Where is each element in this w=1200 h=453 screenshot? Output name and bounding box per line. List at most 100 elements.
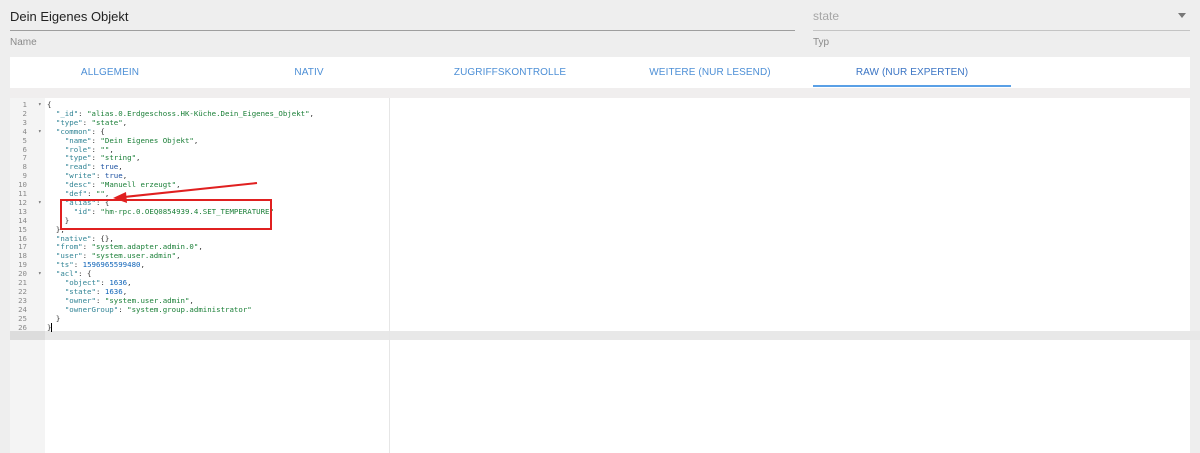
code-token: "id" bbox=[73, 206, 92, 216]
code-text[interactable]: "def": "", bbox=[47, 189, 110, 198]
line-number: 9 bbox=[22, 171, 27, 181]
line-number: 13 bbox=[18, 206, 27, 216]
line-number: 4 bbox=[22, 126, 27, 136]
code-text[interactable]: "ts": 1596965599480, bbox=[47, 260, 145, 269]
code-line[interactable]: 19 "ts": 1596965599480, bbox=[0, 260, 1200, 269]
code-line[interactable]: 8 "read": true, bbox=[0, 162, 1200, 171]
code-token: "system.user.admin" bbox=[91, 251, 177, 261]
code-text[interactable]: "alias": { bbox=[47, 198, 110, 207]
code-token: : {}, bbox=[91, 233, 114, 243]
code-text[interactable]: "write": true, bbox=[47, 171, 127, 180]
code-line[interactable]: 10 "desc": "Manuell erzeugt", bbox=[0, 180, 1200, 189]
code-line[interactable]: 11 "def": "", bbox=[0, 189, 1200, 198]
code-token: "acl" bbox=[55, 269, 79, 279]
code-text[interactable]: "owner": "system.user.admin", bbox=[47, 296, 194, 305]
code-line[interactable]: 7 "type": "string", bbox=[0, 153, 1200, 162]
code-line[interactable]: 17 "from": "system.adapter.admin.0", bbox=[0, 242, 1200, 251]
name-value[interactable]: Dein Eigenes Objekt bbox=[10, 9, 129, 24]
active-line-gutter bbox=[10, 331, 45, 340]
code-line[interactable]: 20 ▾ "acl": { bbox=[0, 269, 1200, 278]
code-token: , bbox=[309, 108, 314, 118]
type-select[interactable]: state bbox=[813, 0, 1190, 31]
code-token: true bbox=[104, 171, 123, 181]
code-text[interactable]: } bbox=[47, 322, 53, 332]
code-token: : { bbox=[91, 126, 105, 136]
fold-toggle-icon[interactable]: ▾ bbox=[38, 100, 42, 109]
code-token: "name" bbox=[64, 135, 92, 145]
code-line[interactable]: 12 ▾ "alias": { bbox=[0, 198, 1200, 207]
code-text[interactable]: } bbox=[47, 314, 60, 323]
code-text[interactable]: "desc": "Manuell erzeugt", bbox=[47, 180, 181, 189]
tab-raw[interactable]: RAW (NUR EXPERTEN) bbox=[812, 57, 1012, 88]
code-line[interactable]: 16 "native": {}, bbox=[0, 234, 1200, 243]
code-token: , bbox=[136, 153, 141, 163]
code-line[interactable]: 9 "write": true, bbox=[0, 171, 1200, 180]
code-line[interactable]: 3 "type": "state", bbox=[0, 118, 1200, 127]
code-line[interactable]: 15 }, bbox=[0, 225, 1200, 234]
code-token: "" bbox=[100, 144, 110, 154]
tab-allgemein[interactable]: ALLGEMEIN bbox=[10, 57, 210, 88]
code-line[interactable]: 25 } bbox=[0, 314, 1200, 323]
code-line[interactable]: 26} bbox=[0, 322, 1200, 332]
code-text[interactable]: { bbox=[47, 100, 51, 109]
code-line[interactable]: 5 "name": "Dein Eigenes Objekt", bbox=[0, 136, 1200, 145]
code-token: "read" bbox=[64, 162, 92, 172]
type-value[interactable]: state bbox=[813, 9, 839, 23]
name-input[interactable]: Dein Eigenes Objekt bbox=[10, 0, 795, 31]
code-text[interactable]: "type": "string", bbox=[47, 153, 141, 163]
code-line[interactable]: 6 "role": "", bbox=[0, 145, 1200, 154]
code-line[interactable]: 2 "_id": "alias.0.Erdgeschoss.HK-Küche.D… bbox=[0, 109, 1200, 118]
active-line-highlight bbox=[10, 331, 1200, 340]
code-text[interactable]: "common": { bbox=[47, 127, 105, 136]
code-line[interactable]: 1 ▾ { bbox=[0, 100, 1200, 109]
fold-toggle-icon[interactable]: ▾ bbox=[38, 127, 42, 136]
line-number: 14 bbox=[18, 215, 27, 225]
code-text[interactable]: "user": "system.user.admin", bbox=[47, 251, 181, 260]
code-text[interactable]: "type": "state", bbox=[47, 118, 127, 127]
code-text[interactable]: }, bbox=[47, 225, 65, 234]
code-text[interactable]: "id": "hm-rpc.0.OEQ0854939.4.SET_TEMPERA… bbox=[47, 207, 274, 216]
code-token: 1636 bbox=[109, 278, 128, 287]
code-text[interactable]: "from": "system.adapter.admin.0", bbox=[47, 242, 203, 251]
line-number: 8 bbox=[22, 162, 27, 172]
code-token: "string" bbox=[100, 153, 137, 163]
editor-top-strip bbox=[10, 88, 1190, 98]
chevron-down-icon[interactable] bbox=[1178, 13, 1186, 18]
code-token: "Manuell erzeugt" bbox=[100, 180, 177, 190]
code-text[interactable]: "role": "", bbox=[47, 145, 114, 154]
tab-nativ[interactable]: NATIV bbox=[210, 57, 408, 88]
code-text[interactable]: "name": "Dein Eigenes Objekt", bbox=[47, 135, 199, 145]
code-line[interactable]: 13 "id": "hm-rpc.0.OEQ0854939.4.SET_TEMP… bbox=[0, 207, 1200, 216]
code-line[interactable]: 4 ▾ "common": { bbox=[0, 127, 1200, 136]
code-token: "write" bbox=[64, 171, 96, 181]
tab-zugriffskontrolle[interactable]: ZUGRIFFSKONTROLLE bbox=[410, 57, 610, 88]
code-text[interactable]: "ownerGroup": "system.group.administrato… bbox=[47, 305, 252, 314]
code-text[interactable]: "object": 1636, bbox=[47, 278, 132, 287]
fold-toggle-icon[interactable]: ▾ bbox=[38, 198, 42, 207]
fold-toggle-icon[interactable]: ▾ bbox=[38, 269, 42, 278]
code-line[interactable]: 18 "user": "system.user.admin", bbox=[0, 251, 1200, 260]
code-line[interactable]: 23 "owner": "system.user.admin", bbox=[0, 296, 1200, 305]
code-text[interactable]: "state": 1636, bbox=[47, 287, 127, 296]
code-text[interactable]: "_id": "alias.0.Erdgeschoss.HK-Küche.Dei… bbox=[47, 109, 314, 118]
code-line[interactable]: 24 "ownerGroup": "system.group.administr… bbox=[0, 305, 1200, 314]
code-text[interactable]: "native": {}, bbox=[47, 234, 114, 243]
code-token: , bbox=[104, 189, 110, 198]
code-token: 1596965599480 bbox=[82, 260, 141, 270]
code-text[interactable]: "read": true, bbox=[47, 162, 123, 171]
code-token: : bbox=[87, 189, 96, 198]
text-cursor bbox=[51, 322, 53, 332]
code-line[interactable]: 22 "state": 1636, bbox=[0, 287, 1200, 296]
code-token: true bbox=[100, 162, 119, 172]
code-text[interactable]: } bbox=[47, 216, 69, 225]
code-token: 1636 bbox=[104, 286, 123, 296]
tab-weitere[interactable]: WEITERE (NUR LESEND) bbox=[610, 57, 810, 88]
code-line[interactable]: 21 "object": 1636, bbox=[0, 278, 1200, 287]
code-line[interactable]: 14 } bbox=[0, 216, 1200, 225]
code-text[interactable]: "acl": { bbox=[47, 269, 92, 278]
